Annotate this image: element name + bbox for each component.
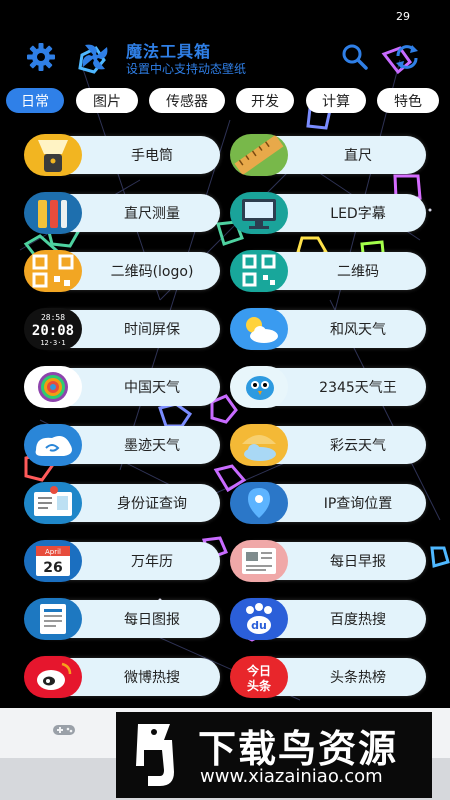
tool-hefeng-weather[interactable]: 和风天气 bbox=[230, 308, 428, 350]
umbrella-cloud-icon bbox=[230, 424, 288, 466]
tool-label: LED字幕 bbox=[330, 206, 386, 222]
tool-label: 微博热搜 bbox=[124, 670, 180, 686]
svg-text:April: April bbox=[45, 548, 61, 556]
tool-label: 中国天气 bbox=[124, 380, 180, 396]
tool-toutiao-hot[interactable]: 今日 头条 头条热榜 bbox=[230, 656, 428, 698]
watermark-bird-logo bbox=[124, 720, 188, 790]
tool-flashlight[interactable]: 手电筒 bbox=[24, 134, 222, 176]
calendar-icon: April 26 bbox=[24, 540, 82, 582]
tool-label: 每日早报 bbox=[330, 554, 386, 570]
tool-label: 万年历 bbox=[131, 554, 173, 570]
cloud-swirl-icon bbox=[24, 424, 82, 466]
baidu-paw-icon: du bbox=[230, 598, 288, 640]
tool-label: 二维码(logo) bbox=[110, 264, 194, 280]
svg-text:28:58: 28:58 bbox=[41, 313, 65, 322]
document-icon bbox=[24, 598, 82, 640]
tool-label: 手电筒 bbox=[131, 148, 173, 164]
tool-perpetual-calendar[interactable]: April 26 万年历 bbox=[24, 540, 222, 582]
id-card-icon bbox=[24, 482, 82, 524]
monitor-icon bbox=[230, 192, 288, 234]
tool-ruler[interactable]: 直尺 bbox=[230, 134, 428, 176]
clock-icon: 28:58 20:08 12·3·1 bbox=[24, 308, 82, 350]
svg-text:头条: 头条 bbox=[247, 678, 272, 693]
newspaper-icon bbox=[230, 540, 288, 582]
watermark-title: 下载鸟资源 bbox=[198, 727, 399, 771]
flashlight-icon bbox=[24, 134, 82, 176]
tool-ip-location[interactable]: IP查询位置 bbox=[230, 482, 428, 524]
tool-clock-screensaver[interactable]: 28:58 20:08 12·3·1 时间屏保 bbox=[24, 308, 222, 350]
tool-label: 和风天气 bbox=[330, 322, 386, 338]
tool-label: 二维码 bbox=[337, 264, 379, 280]
tool-label: 身份证查询 bbox=[117, 496, 187, 512]
tool-grid: 手电筒 直尺 直尺测量 LED字幕 二维码(logo) 二维码 28:58 20… bbox=[0, 0, 450, 800]
tool-baidu-hot[interactable]: du 百度热搜 bbox=[230, 598, 428, 640]
tool-daily-news[interactable]: 每日早报 bbox=[230, 540, 428, 582]
sun-cloud-icon bbox=[230, 308, 288, 350]
tool-2345-weather[interactable]: 2345天气王 bbox=[230, 366, 428, 408]
toutiao-icon: 今日 头条 bbox=[230, 656, 288, 698]
bird-weather-icon bbox=[230, 366, 288, 408]
tool-qrcode-logo[interactable]: 二维码(logo) bbox=[24, 250, 222, 292]
svg-text:26: 26 bbox=[43, 560, 62, 576]
tool-label: 彩云天气 bbox=[330, 438, 386, 454]
svg-text:12·3·1: 12·3·1 bbox=[40, 339, 65, 347]
tool-label: 直尺 bbox=[344, 148, 372, 164]
gamepad-icon[interactable] bbox=[52, 722, 76, 742]
svg-text:du: du bbox=[251, 619, 267, 632]
tool-moji-weather[interactable]: 墨迹天气 bbox=[24, 424, 222, 466]
tool-led-banner[interactable]: LED字幕 bbox=[230, 192, 428, 234]
tool-label: 时间屏保 bbox=[124, 322, 180, 338]
tool-label: 直尺测量 bbox=[124, 206, 180, 222]
qr-icon bbox=[230, 250, 288, 292]
site-watermark: 下载鸟资源 www.xiazainiao.com bbox=[116, 712, 432, 798]
tool-china-weather[interactable]: 中国天气 bbox=[24, 366, 222, 408]
tool-qrcode[interactable]: 二维码 bbox=[230, 250, 428, 292]
tool-label: 头条热榜 bbox=[330, 670, 386, 686]
svg-text:今日: 今日 bbox=[246, 663, 271, 678]
tool-id-card-query[interactable]: 身份证查询 bbox=[24, 482, 222, 524]
svg-text:20:08: 20:08 bbox=[32, 323, 74, 339]
tape-measure-icon bbox=[24, 192, 82, 234]
tool-weibo-hot[interactable]: 微博热搜 bbox=[24, 656, 222, 698]
tool-label: 百度热搜 bbox=[330, 612, 386, 628]
rainbow-icon bbox=[24, 366, 82, 408]
tool-label: 墨迹天气 bbox=[124, 438, 180, 454]
tool-label: 2345天气王 bbox=[319, 380, 397, 396]
tool-caiyun-weather[interactable]: 彩云天气 bbox=[230, 424, 428, 466]
qr-logo-icon bbox=[24, 250, 82, 292]
tool-label: 每日图报 bbox=[124, 612, 180, 628]
tool-ruler-measure[interactable]: 直尺测量 bbox=[24, 192, 222, 234]
watermark-url: www.xiazainiao.com bbox=[200, 766, 383, 787]
location-pin-icon bbox=[230, 482, 288, 524]
tool-daily-picture[interactable]: 每日图报 bbox=[24, 598, 222, 640]
weibo-icon bbox=[24, 656, 82, 698]
ruler-icon bbox=[230, 134, 288, 176]
tool-label: IP查询位置 bbox=[323, 496, 393, 512]
